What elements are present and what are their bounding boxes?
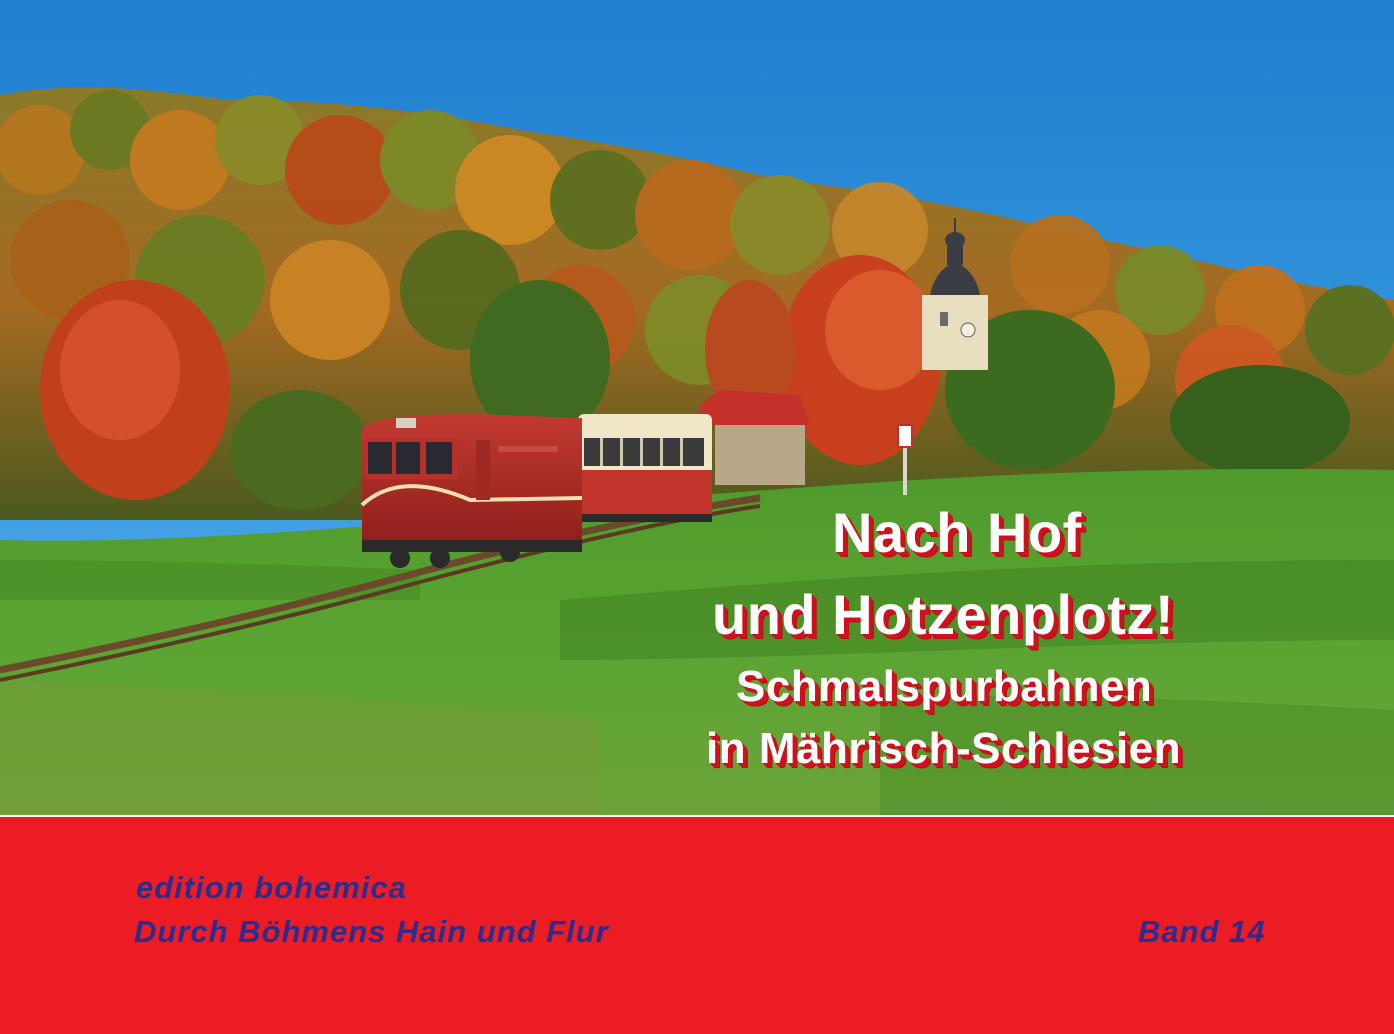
autumn-train-landscape — [0, 0, 1394, 815]
volume-number: Band 14 — [1138, 914, 1266, 949]
subtitle-line-2: in Mährisch-Schlesien — [706, 724, 1182, 773]
publisher-name: edition bohemica — [136, 870, 407, 905]
title-line-2: und Hotzenplotz! — [712, 583, 1175, 646]
book-cover: Nach Hof und Hotzenplotz! Schmalspurbahn… — [0, 0, 1394, 1034]
series-title: Durch Böhmens Hain und Flur — [134, 914, 609, 949]
title-line-1: Nach Hof — [832, 501, 1082, 564]
subtitle-line-1: Schmalspurbahnen — [736, 662, 1153, 711]
cover-photo — [0, 0, 1394, 815]
